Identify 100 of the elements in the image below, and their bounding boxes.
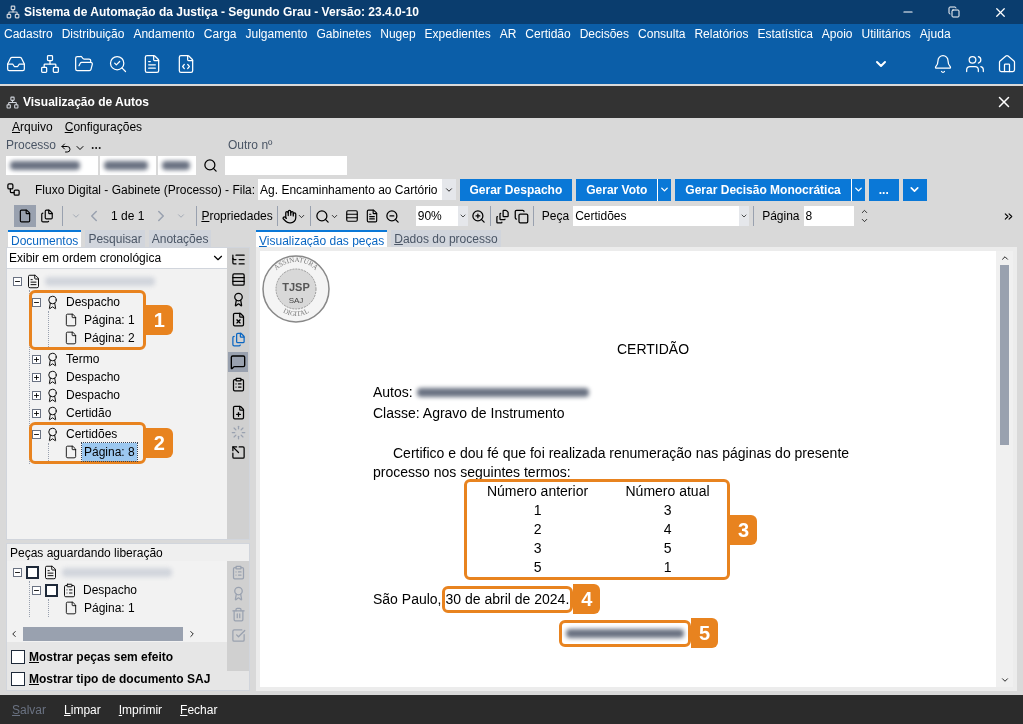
- undo-icon[interactable]: [60, 142, 73, 154]
- menu-item[interactable]: AR: [499, 25, 517, 43]
- tab[interactable]: Dados do processo: [391, 230, 501, 247]
- home-icon[interactable]: [997, 54, 1017, 74]
- menu-item[interactable]: Expedientes: [424, 25, 491, 43]
- action-button[interactable]: Gerar Despacho: [459, 178, 573, 201]
- scroll-down-icon[interactable]: [999, 675, 1010, 685]
- users-icon[interactable]: [965, 54, 985, 74]
- menu-item[interactable]: Cadastro: [4, 25, 53, 43]
- window-icon[interactable]: [230, 445, 246, 460]
- checkbox[interactable]: [11, 650, 25, 664]
- folder-icon[interactable]: [74, 54, 94, 74]
- footer-button[interactable]: Limpar: [64, 700, 101, 719]
- other-number-field[interactable]: [225, 155, 347, 175]
- piece-select[interactable]: Certidões: [573, 206, 750, 226]
- scroll-left-icon[interactable]: [9, 629, 19, 639]
- menu-item[interactable]: Apoio: [821, 25, 853, 43]
- menu-item[interactable]: Julgamento: [245, 25, 308, 43]
- collapse-icon[interactable]: [32, 429, 41, 439]
- menu-item[interactable]: Configurações: [64, 118, 143, 136]
- tree-item[interactable]: Despacho: [81, 581, 140, 599]
- menu-item[interactable]: Estatística: [757, 25, 813, 43]
- menu-item[interactable]: Ajuda: [919, 25, 951, 43]
- split-button[interactable]: Gerar Decisão Monocrática: [675, 178, 865, 201]
- tab[interactable]: Documentos: [8, 230, 82, 247]
- search-icon[interactable]: [314, 208, 330, 224]
- restore-icon[interactable]: [948, 6, 960, 18]
- pages-icon[interactable]: [494, 208, 510, 224]
- document-icon[interactable]: [142, 54, 162, 74]
- tab[interactable]: Visualização das peças: [256, 230, 388, 247]
- tree-item[interactable]: Despacho: [64, 368, 123, 386]
- list-icon[interactable]: [230, 377, 246, 392]
- tree-item[interactable]: Certidão: [64, 404, 114, 422]
- search-icon[interactable]: [203, 157, 218, 173]
- spin-up-icon[interactable]: [859, 207, 869, 216]
- zoom-in-icon[interactable]: [470, 208, 486, 224]
- split-button[interactable]: Gerar Voto: [576, 178, 672, 201]
- collapse-icon[interactable]: [32, 585, 41, 595]
- tree-item[interactable]: Página: 1: [82, 599, 137, 617]
- expand-icon[interactable]: [32, 354, 41, 364]
- pages-icon[interactable]: [40, 209, 54, 223]
- menu-item[interactable]: Decisões: [579, 25, 630, 43]
- scroll-thumb[interactable]: [1000, 265, 1009, 445]
- expand-icon[interactable]: [32, 408, 41, 418]
- menu-item[interactable]: Utilitários: [861, 25, 911, 43]
- checkbox[interactable]: [45, 583, 58, 597]
- tree-item[interactable]: Despacho: [64, 293, 123, 311]
- collapse-icon[interactable]: [32, 297, 41, 307]
- collapse-icon[interactable]: [13, 276, 22, 286]
- footer-button[interactable]: Fechar: [180, 700, 218, 719]
- zoom-select[interactable]: 90%: [415, 206, 468, 226]
- process-number-field[interactable]: [100, 155, 156, 175]
- checkbox[interactable]: [11, 672, 25, 686]
- fit-width-icon[interactable]: [344, 209, 359, 223]
- menu-item[interactable]: Relatórios: [694, 25, 749, 43]
- copy-icon[interactable]: [513, 208, 529, 224]
- tab[interactable]: Anotações: [148, 230, 212, 247]
- collapse-icon[interactable]: [13, 567, 22, 577]
- scroll-right-icon[interactable]: [187, 629, 197, 639]
- expand-icon[interactable]: [32, 390, 41, 400]
- remove-file-icon[interactable]: [230, 312, 246, 327]
- tree-item[interactable]: Página: 2: [82, 329, 137, 347]
- tree-icon[interactable]: [230, 252, 246, 267]
- menu-item[interactable]: Carga: [203, 25, 237, 43]
- collapse-button[interactable]: [902, 178, 927, 201]
- page-field[interactable]: 8: [803, 206, 854, 226]
- properties-button[interactable]: Propriedades: [201, 207, 273, 225]
- menu-item[interactable]: Consulta: [638, 25, 686, 43]
- tree-item[interactable]: Certidões: [64, 425, 120, 443]
- process-number-field[interactable]: [158, 155, 196, 175]
- menu-item[interactable]: Nugep: [380, 25, 416, 43]
- add-note-icon[interactable]: [230, 405, 246, 420]
- document-icon[interactable]: [176, 54, 196, 74]
- menu-item[interactable]: Distribuição: [61, 25, 125, 43]
- checkbox-label[interactable]: Mostrar peças sem efeito: [29, 648, 174, 666]
- fit-page-icon[interactable]: [364, 209, 379, 223]
- checkbox-label[interactable]: Mostrar tipo de documento SAJ: [29, 670, 211, 688]
- menu-item[interactable]: Arquivo: [12, 118, 53, 136]
- expand-icon[interactable]: [32, 372, 41, 382]
- tab[interactable]: Pesquisar: [85, 230, 145, 247]
- note-button[interactable]: [228, 352, 248, 372]
- tree-item[interactable]: Despacho: [64, 386, 123, 404]
- queue-select[interactable]: Ag. Encaminhamento ao Cartório: [258, 179, 456, 200]
- checkbox[interactable]: [26, 565, 39, 579]
- tree-item[interactable]: Página: 1: [82, 311, 137, 329]
- menu-item[interactable]: Andamento: [133, 25, 195, 43]
- rows-icon[interactable]: [230, 272, 246, 287]
- menu-item[interactable]: Gabinetes: [316, 25, 372, 43]
- menu-item[interactable]: Certidão: [525, 25, 571, 43]
- scroll-up-icon[interactable]: [999, 253, 1010, 263]
- vertical-scrollbar[interactable]: [996, 251, 1013, 687]
- bell-icon[interactable]: [933, 54, 953, 74]
- tree-item[interactable]: Página: 8: [82, 443, 137, 461]
- scroll-thumb[interactable]: [23, 627, 183, 641]
- hand-icon[interactable]: [281, 208, 297, 224]
- tree-item[interactable]: Termo: [64, 350, 102, 368]
- footer-button[interactable]: Imprimir: [118, 700, 163, 719]
- zoom-out-icon[interactable]: [384, 208, 400, 224]
- page-mode-button[interactable]: [14, 205, 36, 227]
- action-button[interactable]: ...: [868, 178, 899, 201]
